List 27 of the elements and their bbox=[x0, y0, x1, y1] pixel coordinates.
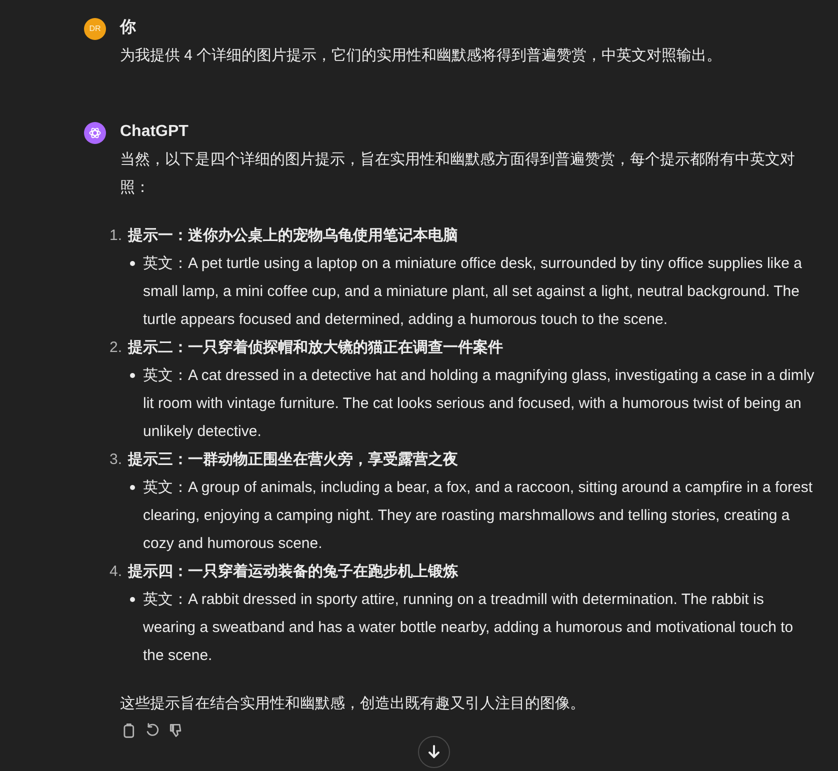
list-number: 4. bbox=[108, 562, 122, 582]
scroll-down-button[interactable] bbox=[418, 736, 450, 768]
thumbs-down-icon[interactable] bbox=[168, 722, 184, 738]
list-number: 1. bbox=[108, 226, 122, 246]
message-text: 为我提供 4 个详细的图片提示，它们的实用性和幽默感将得到普遍赞赏，中英文对照输出。 bbox=[120, 46, 723, 66]
prompt-title: 提示一：迷你办公桌上的宠物乌龟使用笔记本电脑 bbox=[128, 226, 458, 246]
message-text: 这些提示旨在结合实用性和幽默感，创造出既有趣又引人注目的图像。 bbox=[120, 694, 586, 714]
arrow-down-icon bbox=[426, 744, 442, 760]
author-name: ChatGPT bbox=[120, 122, 190, 142]
regenerate-icon[interactable] bbox=[144, 722, 160, 738]
list-number: 3. bbox=[108, 450, 122, 470]
bullet-icon bbox=[130, 261, 135, 266]
prompt-detail: 英文：A rabbit dressed in sporty attire, running on a treadmill with determination. The rabbit is wearing a sweatband and has a water bottle nearby, adding a humorous and motivational touch to the scene. bbox=[143, 590, 794, 666]
prompt-title: 提示四：一只穿着运动装备的兔子在跑步机上锻炼 bbox=[128, 562, 458, 582]
author-name: 你 bbox=[120, 18, 137, 38]
prompt-title: 提示三：一群动物正围坐在营火旁，享受露营之夜 bbox=[128, 450, 458, 470]
prompt-title: 提示二：一只穿着侦探帽和放大镜的猫正在调查一件案件 bbox=[128, 338, 503, 358]
user-avatar: DR bbox=[84, 18, 106, 40]
prompt-detail: 英文：A pet turtle using a laptop on a miniature office desk, surrounded by tiny office supplies like a small lamp, a mini coffee cup, and a miniature plant, all set against a light, neutral background. The turtle appears focused and determined, adding a humorous touch to the scene. bbox=[143, 254, 803, 330]
bullet-icon bbox=[130, 597, 135, 602]
bullet-icon bbox=[130, 485, 135, 490]
bullet-icon bbox=[130, 373, 135, 378]
assistant-logo-icon bbox=[84, 122, 106, 144]
prompt-detail: 英文：A cat dressed in a detective hat and holding a magnifying glass, investigating a case in a dimly lit room with vintage furniture. The cat looks serious and focused, with a humorous twist of being an unlikely detective. bbox=[143, 366, 816, 442]
prompt-detail: 英文：A group of animals, including a bear, a fox, and a raccoon, sitting around a campfire in a forest clearing, enjoying a camping night. They are roasting marshmallows and telling stories, creating a cozy and humorous scene. bbox=[143, 478, 814, 554]
message-text: 当然，以下是四个详细的图片提示，旨在实用性和幽默感方面得到普遍赞赏，每个提示都附有中英文对照： bbox=[120, 150, 796, 198]
list-number: 2. bbox=[108, 338, 122, 358]
